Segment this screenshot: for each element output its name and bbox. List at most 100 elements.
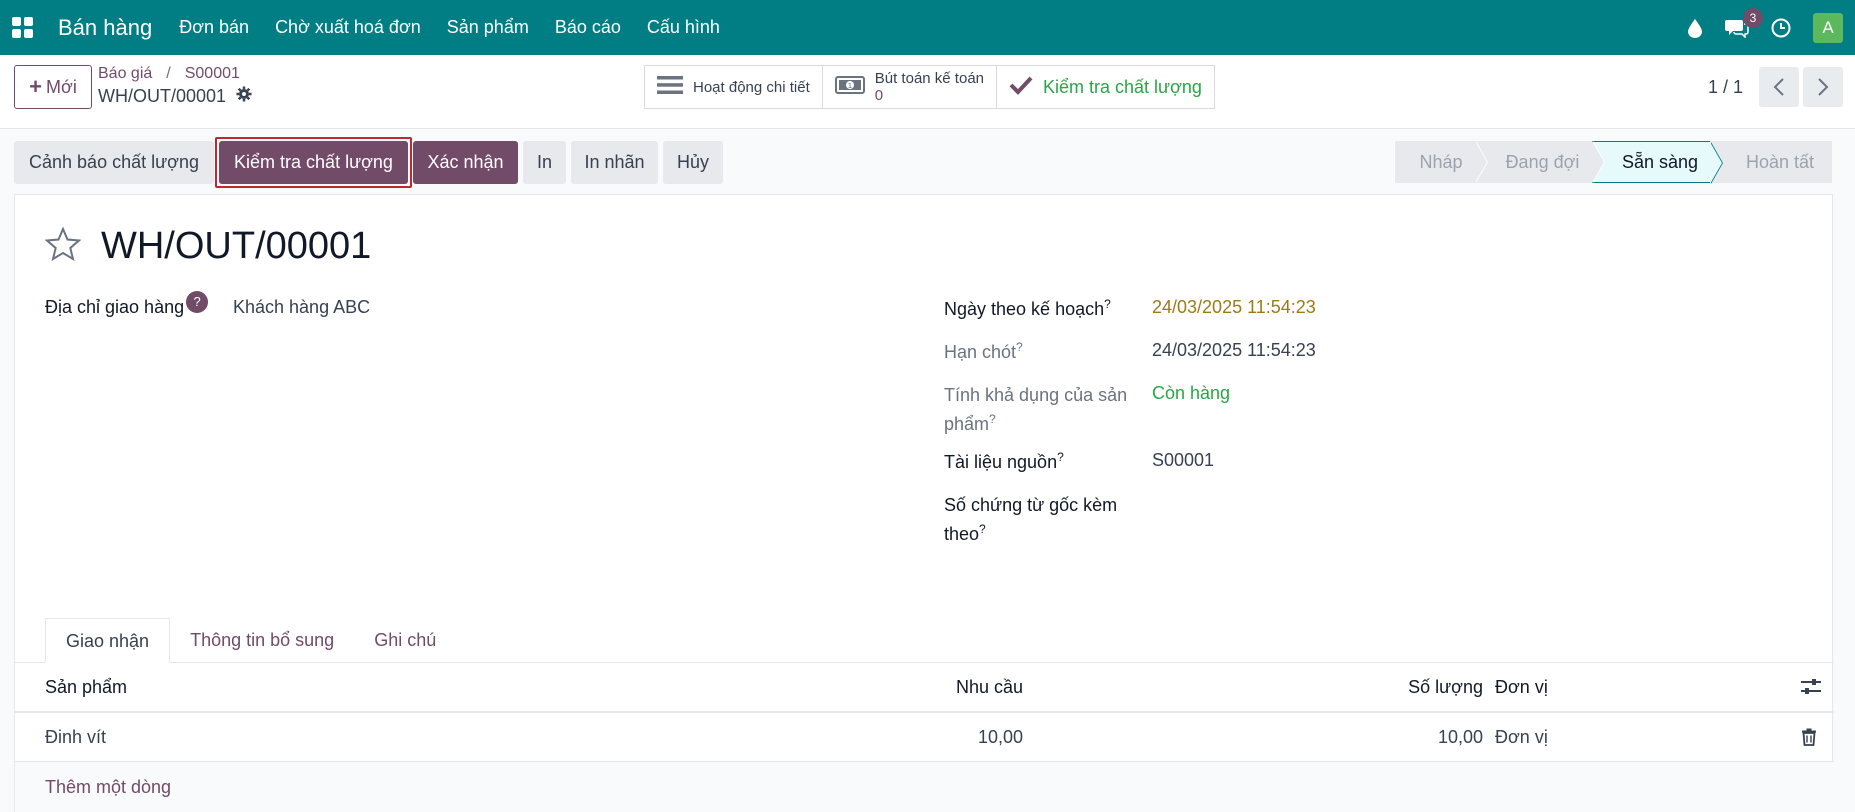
form-sheet: WH/OUT/00001 Địa chỉ giao hàng? Khách hà… [14, 194, 1834, 812]
tab-operations[interactable]: Giao nhận [45, 618, 171, 663]
stage-done[interactable]: Hoàn tất [1710, 141, 1832, 183]
source-document-label: Tài liệu nguồn? [944, 450, 1064, 473]
row-uom[interactable]: Đơn vị [1495, 713, 1548, 761]
delivery-address-label-text: Địa chỉ giao hàng [45, 297, 185, 317]
column-settings-icon[interactable] [1800, 663, 1822, 711]
availability-label: Tính khả dụng của sản phẩm? [944, 383, 1127, 436]
header-uom[interactable]: Đơn vị [1495, 663, 1548, 711]
apps-menu-icon[interactable] [12, 16, 34, 39]
money-icon: 1 [834, 75, 865, 99]
quality-check-smart-button[interactable]: Kiểm tra chất lượng [997, 66, 1214, 108]
stage-waiting[interactable]: Đang đợi [1475, 141, 1605, 183]
help-mark[interactable]: ? [1104, 297, 1111, 311]
breadcrumb: Báo giá / S00001 [98, 65, 240, 83]
scheduled-date-value[interactable]: 24/03/2025 11:54:23 [1152, 297, 1316, 318]
add-line-link[interactable]: Thêm một dòng [45, 762, 171, 812]
breadcrumb-order[interactable]: S00001 [185, 65, 240, 83]
new-button-label: Mới [46, 76, 77, 97]
notebook-tabs: Giao nhận Thông tin bổ sung Ghi chú [45, 618, 456, 663]
top-navbar: Bán hàng Đơn bán Chờ xuất hoá đơn Sản ph… [0, 0, 1855, 55]
action-bar: Cảnh báo chất lượng Kiểm tra chất lượng … [0, 129, 1855, 194]
header-product[interactable]: Sản phẩm [45, 663, 127, 711]
plus-icon: + [29, 74, 43, 99]
journal-entries-label: Bút toán kế toán [874, 70, 984, 87]
origin-document-label-line2: theo [944, 524, 980, 544]
nav-item-reporting[interactable]: Báo cáo [555, 17, 621, 38]
new-button[interactable]: + Mới [14, 65, 92, 109]
availability-value: Còn hàng [1152, 383, 1231, 403]
pager: 1 / 1 [1708, 67, 1843, 107]
journal-entries-button[interactable]: 1 Bút toán kế toán 0 [823, 66, 997, 108]
quality-check-button[interactable]: Kiểm tra chất lượng [219, 141, 408, 184]
breadcrumb-quotations[interactable]: Báo giá [98, 65, 152, 83]
app-brand[interactable]: Bán hàng [58, 15, 152, 41]
nav-item-products[interactable]: Sản phẩm [447, 17, 529, 38]
record-name: WH/OUT/00001 [98, 86, 252, 107]
print-labels-button[interactable]: In nhãn [571, 141, 658, 184]
detailed-operations-label: Hoạt động chi tiết [693, 78, 810, 96]
deadline-label-text: Hạn chót [944, 342, 1017, 362]
row-demand[interactable]: 10,00 [875, 713, 1023, 761]
debug-drop-icon[interactable] [1687, 18, 1703, 38]
tab-note[interactable]: Ghi chú [354, 618, 456, 663]
svg-text:1: 1 [848, 82, 852, 90]
pager-value[interactable]: 1 / 1 [1708, 77, 1743, 98]
status-bar: Nháp Đang đợi Sẵn sàng Hoàn tất [1395, 141, 1832, 184]
messaging-icon[interactable]: 3 [1725, 7, 1763, 38]
stage-ready[interactable]: Sẵn sàng [1592, 141, 1723, 184]
breadcrumb-separator: / [166, 65, 171, 82]
help-mark[interactable]: ? [1016, 340, 1023, 354]
help-mark[interactable]: ? [989, 412, 996, 426]
delivery-address-label: Địa chỉ giao hàng? [45, 291, 209, 318]
journal-entries-count: 0 [874, 87, 884, 104]
scheduled-date-label: Ngày theo kế hoạch? [944, 297, 1111, 320]
stage-draft[interactable]: Nháp [1395, 141, 1488, 183]
delivery-address-value[interactable]: Khách hàng ABC [233, 297, 370, 318]
table-header: Sản phẩm Nhu cầu Số lượng Đơn vị [15, 663, 1834, 713]
detailed-operations-button[interactable]: Hoạt động chi tiết [645, 66, 823, 108]
pager-next-button[interactable] [1803, 67, 1843, 107]
availability-label-line2: phẩm [944, 414, 990, 434]
activity-clock-icon[interactable] [1771, 18, 1791, 38]
source-document-value[interactable]: S00001 [1152, 450, 1214, 471]
smart-buttons: Hoạt động chi tiết 1 Bút toán kế toán 0 … [644, 65, 1215, 109]
nav-item-sales-orders[interactable]: Đơn bán [179, 17, 249, 38]
nav-item-to-invoice[interactable]: Chờ xuất hoá đơn [275, 17, 421, 38]
help-mark[interactable]: ? [1057, 450, 1064, 464]
confirm-button[interactable]: Xác nhận [413, 141, 518, 184]
help-icon[interactable]: ? [186, 291, 209, 313]
list-icon [657, 75, 683, 99]
source-document-label-text: Tài liệu nguồn [944, 452, 1058, 472]
user-avatar[interactable]: A [1813, 12, 1843, 43]
deadline-label: Hạn chót? [944, 340, 1023, 363]
print-button[interactable]: In [523, 141, 566, 184]
add-line-row: Thêm một dòng [15, 762, 1834, 812]
record-title: WH/OUT/00001 [101, 225, 372, 267]
scheduled-date-label-text: Ngày theo kế hoạch [944, 299, 1105, 319]
tab-additional-info[interactable]: Thông tin bổ sung [170, 618, 354, 663]
row-product[interactable]: Đinh vít [45, 713, 106, 761]
header-demand[interactable]: Nhu cầu [875, 663, 1023, 711]
origin-document-label: Số chứng từ gốc kèm theo? [944, 493, 1117, 546]
star-icon[interactable] [44, 226, 82, 266]
control-panel: + Mới Báo giá / S00001 WH/OUT/00001 Hoạt… [0, 55, 1855, 129]
help-mark[interactable]: ? [979, 522, 986, 536]
row-quantity[interactable]: 10,00 [1275, 713, 1483, 761]
quality-check-smart-label: Kiểm tra chất lượng [1043, 76, 1202, 97]
table-row[interactable]: Đinh vít 10,00 10,00 Đơn vị [15, 713, 1834, 762]
pager-previous-button[interactable] [1759, 67, 1799, 107]
chevron-right-icon [1818, 78, 1829, 96]
check-icon [1009, 75, 1033, 100]
chevron-left-icon [1773, 78, 1784, 96]
deadline-value: 24/03/2025 11:54:23 [1152, 340, 1316, 360]
cancel-button[interactable]: Hủy [663, 141, 723, 184]
messaging-badge: 3 [1743, 7, 1763, 28]
nav-item-configuration[interactable]: Cấu hình [647, 17, 720, 38]
record-name-text: WH/OUT/00001 [98, 86, 227, 106]
quality-alert-button[interactable]: Cảnh báo chất lượng [14, 141, 214, 184]
header-quantity[interactable]: Số lượng [1275, 663, 1483, 711]
gear-icon[interactable] [236, 86, 252, 107]
origin-document-label-line1: Số chứng từ gốc kèm [944, 495, 1118, 515]
title-row: WH/OUT/00001 [44, 225, 372, 268]
trash-icon[interactable] [1801, 713, 1817, 761]
